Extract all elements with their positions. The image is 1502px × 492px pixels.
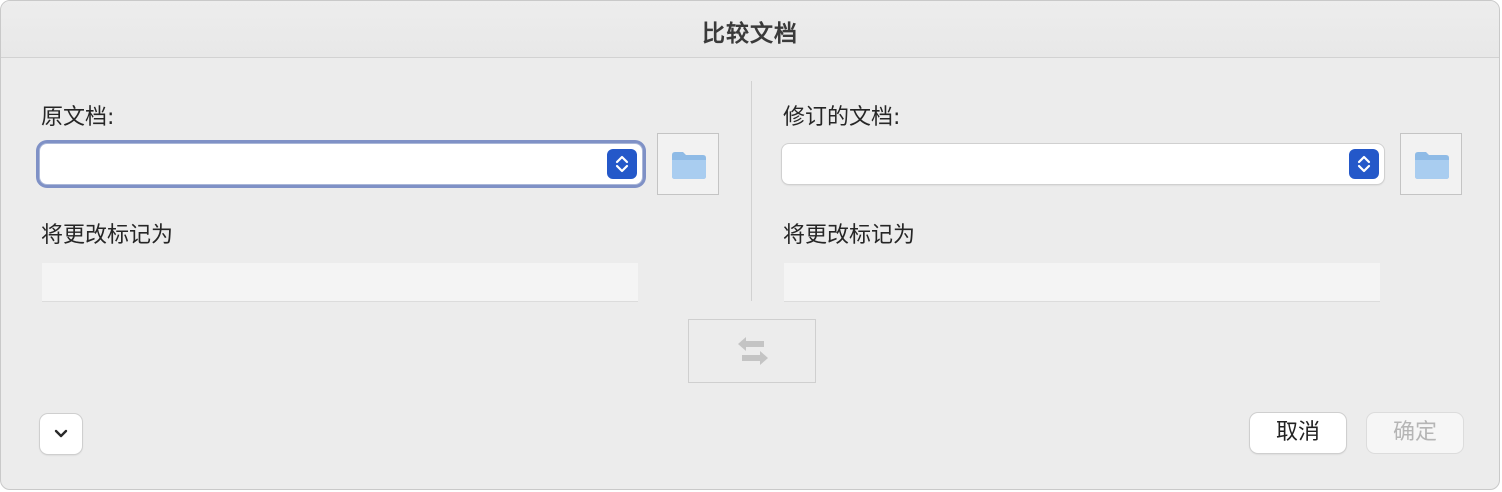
title-bar: 比较文档 (1, 1, 1499, 58)
revised-mark-changes-label: 将更改标记为 (783, 223, 916, 248)
swap-documents-button[interactable] (688, 319, 816, 383)
swap-arrows-icon (738, 337, 768, 365)
up-down-chevron-icon[interactable] (1349, 149, 1379, 179)
compare-documents-dialog: 比较文档 原文档: 将更改标记为 修订的文档: 将更改标记为 取消 确定 (0, 0, 1500, 490)
revised-document-select[interactable] (782, 144, 1384, 184)
revised-browse-button[interactable] (1400, 133, 1462, 195)
cancel-button[interactable]: 取消 (1250, 413, 1346, 453)
folder-icon (672, 152, 706, 179)
original-document-select[interactable] (40, 144, 642, 184)
original-browse-button[interactable] (657, 133, 719, 195)
original-document-label: 原文档: (41, 105, 115, 130)
original-mark-changes-label: 将更改标记为 (41, 223, 174, 248)
folder-icon (1415, 152, 1449, 179)
expand-options-button[interactable] (40, 414, 82, 454)
up-down-chevron-icon[interactable] (607, 149, 637, 179)
dialog-title: 比较文档 (702, 21, 798, 47)
ok-button[interactable]: 确定 (1367, 413, 1463, 453)
original-mark-changes-field (42, 263, 638, 302)
revised-document-label: 修订的文档: (783, 105, 901, 130)
chevron-down-icon (54, 429, 68, 438)
section-divider (751, 81, 752, 301)
revised-mark-changes-field (784, 263, 1380, 302)
